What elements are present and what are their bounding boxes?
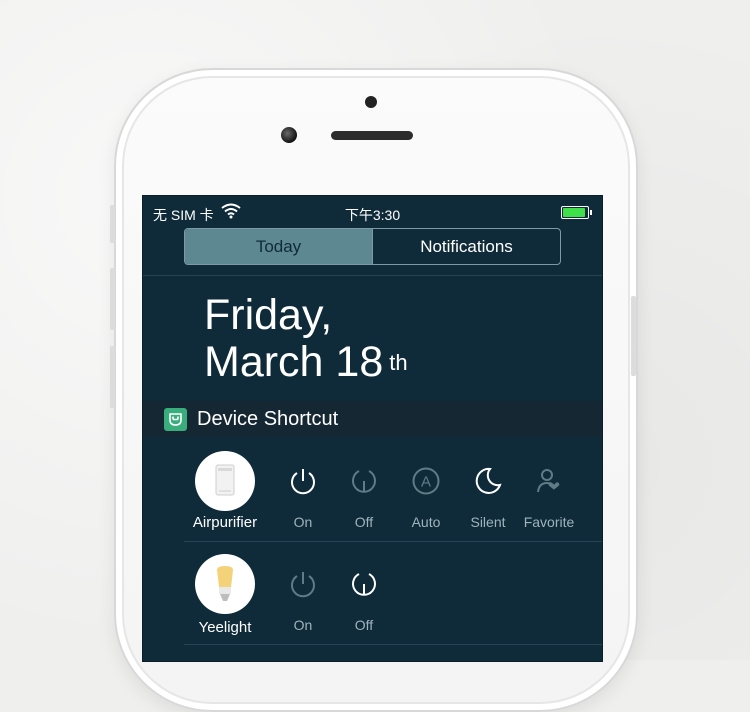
proximity-sensor xyxy=(365,96,377,108)
power-off-icon[interactable] xyxy=(349,466,379,501)
battery-icon xyxy=(561,206,592,219)
volume-up-button xyxy=(110,268,115,330)
svg-text:A: A xyxy=(421,474,431,491)
device-name-yeelight: Yeelight xyxy=(198,619,252,636)
divider xyxy=(143,275,602,276)
earpiece-speaker xyxy=(331,131,413,140)
date-header: Friday, March 18th xyxy=(204,292,408,386)
front-camera xyxy=(281,127,297,143)
date-month-day: March 18th xyxy=(204,339,408,386)
yeelight-device-button[interactable] xyxy=(195,554,255,614)
tab-today[interactable]: Today xyxy=(185,229,372,264)
airpurifier-device-button[interactable] xyxy=(195,451,255,511)
action-label-on: On xyxy=(293,514,313,530)
auto-mode-icon[interactable]: A xyxy=(411,466,441,501)
light-bulb-icon xyxy=(217,566,233,601)
action-label-silent: Silent xyxy=(470,514,506,530)
status-time: 下午3:30 xyxy=(344,207,401,223)
battery-tip xyxy=(590,210,592,215)
mute-switch xyxy=(110,205,115,243)
favorite-user-icon[interactable] xyxy=(534,466,564,501)
action-label-favorite: Favorite xyxy=(523,514,575,530)
date-text: March 18 xyxy=(204,338,384,386)
segmented-control: Today Notifications xyxy=(184,228,561,265)
action-label-on: On xyxy=(293,617,313,633)
action-label-off: Off xyxy=(354,617,374,633)
date-suffix: th xyxy=(389,350,408,375)
mi-home-icon xyxy=(164,408,187,431)
row-divider xyxy=(184,644,602,645)
power-button xyxy=(631,296,636,376)
battery-fill xyxy=(563,208,585,217)
moon-icon[interactable] xyxy=(473,466,503,501)
volume-down-button xyxy=(110,346,115,408)
section-title: Device Shortcut xyxy=(197,408,339,430)
tab-notifications[interactable]: Notifications xyxy=(372,229,560,264)
action-label-auto: Auto xyxy=(411,514,441,530)
date-weekday: Friday, xyxy=(204,291,333,339)
power-on-icon[interactable] xyxy=(288,466,318,501)
air-purifier-icon xyxy=(215,464,235,496)
device-name-airpurifier: Airpurifier xyxy=(192,514,258,531)
screen: 无 SIM 卡 下午3:30 Today Notifications Frida… xyxy=(142,195,603,662)
power-on-icon[interactable] xyxy=(288,569,318,604)
status-bar: 无 SIM 卡 下午3:30 xyxy=(143,196,602,228)
power-off-icon[interactable] xyxy=(349,569,379,604)
action-label-off: Off xyxy=(354,514,374,530)
row-divider xyxy=(184,541,602,542)
